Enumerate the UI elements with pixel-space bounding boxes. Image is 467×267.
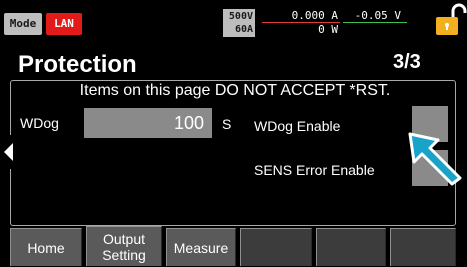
rating-voltage: 500V bbox=[228, 11, 253, 22]
mode-button[interactable]: Mode bbox=[4, 13, 42, 35]
tab-empty-slot bbox=[390, 228, 456, 266]
lock-icon[interactable] bbox=[433, 3, 467, 39]
lan-status-badge: LAN bbox=[46, 13, 82, 35]
arrow-pointer-icon bbox=[408, 132, 462, 186]
current-reading: 0.000 A bbox=[291, 9, 338, 22]
rst-notice: Items on this page DO NOT ACCEPT *RST. bbox=[79, 82, 391, 99]
rating-current: 60A bbox=[234, 24, 253, 35]
tab-empty-slot bbox=[316, 228, 386, 266]
rating-display: 500V 60A bbox=[223, 9, 255, 37]
wdog-label: WDog bbox=[20, 115, 59, 131]
voltage-reading: -0.05 V bbox=[354, 9, 401, 22]
tab-home[interactable]: Home bbox=[10, 228, 82, 266]
page-number: 3/3 bbox=[393, 51, 421, 73]
tab-measure-label: Measure bbox=[173, 239, 229, 256]
wdog-enable-label: WDog Enable bbox=[254, 118, 341, 134]
tab-home-label: Home bbox=[27, 239, 65, 256]
wdog-value-field[interactable]: 100 bbox=[84, 108, 212, 138]
power-reading: 0 W bbox=[318, 23, 338, 36]
tab-empty-slot bbox=[240, 228, 312, 266]
tab-output-setting[interactable]: Output Setting bbox=[86, 226, 162, 266]
chevron-left-icon[interactable] bbox=[2, 142, 14, 162]
sens-error-enable-label: SENS Error Enable bbox=[254, 162, 375, 178]
tab-measure[interactable]: Measure bbox=[166, 228, 236, 266]
voltage-indicator-line bbox=[343, 22, 407, 23]
wdog-unit-label: S bbox=[222, 116, 232, 132]
tab-output-setting-label: Output Setting bbox=[102, 230, 146, 263]
settings-panel bbox=[10, 80, 456, 226]
page-title: Protection bbox=[18, 51, 137, 78]
